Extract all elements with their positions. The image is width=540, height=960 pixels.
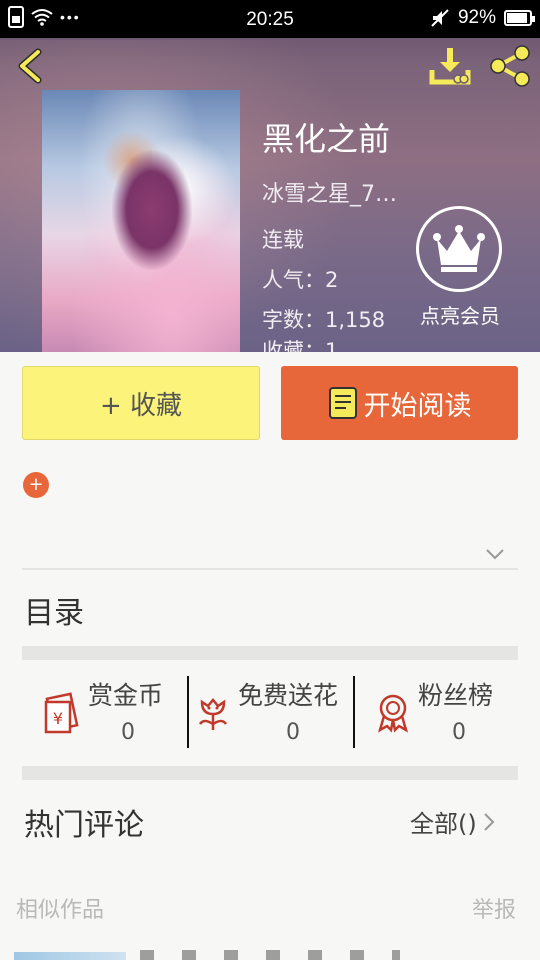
share-icon	[490, 45, 530, 87]
free-flowers-label: 免费送花	[238, 681, 339, 710]
vip-button[interactable]: 点亮会员	[412, 204, 508, 334]
back-button[interactable]	[10, 44, 50, 88]
all-comments-link[interactable]: 全部()	[410, 804, 495, 839]
section-separator	[22, 646, 518, 660]
reward-coins-count: 0	[121, 720, 135, 745]
svg-text:¥: ¥	[53, 709, 63, 728]
similar-work-title[interactable]	[140, 950, 400, 960]
hot-comments-title: 热门评论	[24, 808, 144, 843]
add-tag-button[interactable]: +	[23, 472, 49, 498]
download-icon	[429, 48, 471, 85]
mute-icon	[431, 9, 449, 27]
add-favorite-button[interactable]: + 收藏	[22, 366, 260, 440]
free-flowers[interactable]: 免费送花 0	[192, 676, 352, 750]
flower-icon	[198, 698, 228, 730]
book-favorites: 收藏：1	[262, 340, 339, 352]
start-reading-label: 开始阅读	[363, 390, 472, 422]
medal-icon	[377, 694, 409, 733]
book-icon	[328, 387, 357, 419]
book-author[interactable]: 冰雪之星_7…	[262, 176, 397, 208]
book-cover[interactable]	[42, 90, 240, 352]
all-comments-label: 全部()	[410, 810, 477, 838]
battery-percent: 92%	[457, 7, 496, 28]
start-reading-button[interactable]: 开始阅读	[281, 366, 518, 440]
chevron-left-icon	[18, 48, 42, 84]
book-header: ••• 20:25 92% 黑化之前 冰雪之星_7… 连载 人气：2 字数：1,…	[0, 0, 540, 352]
fan-ranking-count: 0	[452, 720, 466, 745]
vip-label: 点亮会员	[420, 304, 500, 328]
battery-icon	[504, 10, 535, 26]
crown-icon	[433, 225, 485, 272]
chevron-right-icon	[484, 812, 495, 831]
status-bar: ••• 20:25 92%	[0, 0, 540, 38]
divider	[353, 676, 355, 748]
book-popularity: 人气：2	[262, 268, 339, 292]
free-flowers-count: 0	[286, 720, 300, 745]
book-status: 连载	[262, 228, 304, 252]
report-button[interactable]: 举报	[472, 892, 516, 924]
expand-button[interactable]	[482, 542, 508, 566]
reward-coins[interactable]: ¥ 赏金币 0	[40, 676, 180, 750]
book-word-count: 字数：1,158	[262, 308, 386, 332]
book-title: 黑化之前	[262, 120, 391, 158]
fan-ranking[interactable]: 粉丝榜 0	[372, 676, 518, 750]
download-button[interactable]	[428, 44, 472, 88]
toc-title[interactable]: 目录	[24, 588, 84, 632]
add-favorite-label: + 收藏	[99, 390, 183, 421]
share-button[interactable]	[486, 44, 534, 88]
red-envelope-icon: ¥	[44, 692, 79, 734]
divider	[187, 676, 189, 748]
divider	[22, 568, 518, 570]
reward-coins-label: 赏金币	[88, 681, 164, 710]
fan-ranking-label: 粉丝榜	[418, 681, 494, 710]
chevron-down-icon	[486, 549, 504, 560]
section-separator	[22, 766, 518, 780]
similar-works-title: 相似作品	[16, 898, 105, 923]
similar-work-thumbnail[interactable]	[14, 952, 126, 960]
